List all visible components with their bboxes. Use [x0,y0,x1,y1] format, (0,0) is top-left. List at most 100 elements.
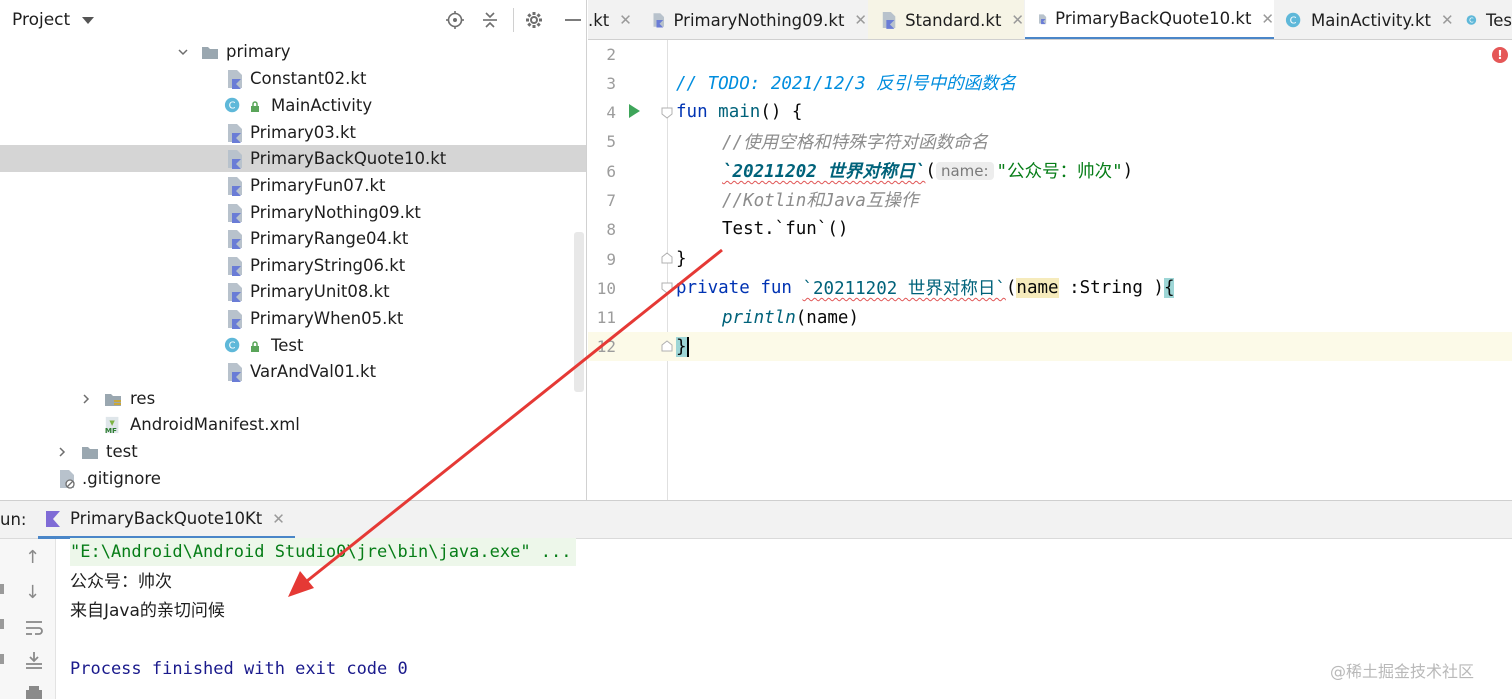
tree-item-class[interactable]: C Test [0,332,586,359]
lock-icon [251,101,259,112]
chevron-down-icon[interactable] [82,16,95,24]
kotlin-file-icon [1039,13,1047,24]
run-panel-label: un: [0,510,27,529]
chevron-right-icon[interactable] [80,393,92,405]
code-line: //使用空格和特殊字符对函数命名 [722,127,988,156]
tree-item-label: Primary03.kt [250,123,357,142]
close-icon[interactable]: ✕ [1441,11,1454,29]
matched-brace: { [1163,277,1175,298]
arrow-down-icon[interactable]: ↓ [25,582,40,603]
collapse-all-icon[interactable] [480,10,500,30]
fold-icon[interactable] [661,340,673,352]
function-call: println [722,307,796,328]
run-gutter-icon[interactable] [629,104,640,118]
kotlin-file-icon [228,70,242,89]
editor-tab[interactable]: C MainActivity.kt ✕ [1275,0,1455,39]
tree-scrollbar[interactable] [574,232,584,392]
arrow-up-icon[interactable]: ↑ [25,547,40,568]
watermark: @稀土掘金技术社区 [1330,662,1475,681]
parameter-name: name [1016,277,1059,298]
console-command-line[interactable]: "E:\Android\Android Studio0\jre\bin\java… [70,538,576,566]
tree-item-file[interactable]: PrimaryRange04.kt [0,225,586,252]
error-indicator-icon[interactable]: ! [1492,47,1508,63]
tree-item-file[interactable]: PrimaryWhen05.kt [0,305,586,332]
project-view-title[interactable]: Project [12,10,70,30]
side-marker [0,619,4,629]
close-icon[interactable]: ✕ [854,11,867,29]
tree-item-class[interactable]: C MainActivity [0,92,586,119]
close-icon[interactable]: ✕ [619,11,632,29]
soft-wrap-icon[interactable] [24,619,44,637]
tree-item-label: res [130,389,156,408]
close-icon[interactable]: ✕ [1011,11,1024,29]
tree-item-res[interactable]: res [0,385,586,412]
code-line: // TODO: 2021/12/3 反引号中的函数名 [676,68,1016,97]
tab-label: Tes [1485,10,1512,30]
tree-item-label: AndroidManifest.xml [130,415,300,434]
tree-item-file[interactable]: PrimaryString06.kt [0,252,586,279]
code-text: ) [1122,160,1134,181]
line-number: 5 [606,132,616,151]
project-header: Project [0,0,586,40]
close-icon[interactable]: ✕ [1261,10,1274,28]
kotlin-file-icon [228,150,242,169]
tab-label: Standard.kt [905,10,1002,30]
gear-icon[interactable] [524,10,544,30]
kotlin-file-icon [653,13,665,28]
kotlin-class-icon: C [224,97,240,113]
lock-icon [251,341,259,352]
resource-folder-icon [105,394,121,406]
tree-item-file[interactable]: PrimaryNothing09.kt [0,199,586,226]
close-icon[interactable]: ✕ [272,510,285,528]
chevron-right-icon[interactable] [56,446,68,458]
chevron-down-icon[interactable] [177,46,189,58]
editor-tab[interactable]: PrimaryNothing09.kt ✕ [652,0,867,39]
code-line: //Kotlin和Java互操作 [722,185,918,214]
svg-text:MF: MF [105,426,117,435]
console-output-line: 来自Java的亲切问候 [70,601,225,621]
editor-tab[interactable]: .kt ✕ [588,0,644,39]
svg-text:C: C [229,101,236,112]
kotlin-file-icon [228,230,242,249]
code-line: println (name) [722,303,859,332]
tree-item-file-selected[interactable]: PrimaryBackQuote10.kt [0,145,586,172]
run-config-tab[interactable]: PrimaryBackQuote10Kt ✕ [38,501,295,539]
tree-item-label: PrimaryString06.kt [250,256,406,275]
kotlin-file-icon [228,310,242,329]
minimize-icon[interactable] [562,10,582,30]
tree-item-file[interactable]: VarAndVal01.kt [0,358,586,385]
tree-item-file[interactable]: PrimaryFun07.kt [0,172,586,199]
tree-item-test[interactable]: test [0,438,586,465]
print-icon[interactable] [24,685,44,699]
todo-comment: // TODO: 2021/12/3 反引号中的函数名 [676,74,1017,94]
editor-tab[interactable]: Standard.kt ✕ [868,0,1024,39]
tree-item-file[interactable]: Primary03.kt [0,119,586,146]
line-number: 6 [606,162,616,181]
tree-item-file[interactable]: PrimaryUnit08.kt [0,278,586,305]
line-number: 3 [606,74,616,93]
function-call: `20211202 世界对称日` [722,162,926,182]
fold-icon[interactable] [661,282,673,294]
editor-tab-active[interactable]: PrimaryBackQuote10.kt ✕ [1025,0,1274,39]
editor-tab[interactable]: C Tes [1456,0,1512,39]
code-text: ( [1005,277,1017,298]
tab-label: .kt [588,10,610,30]
console-exit-line: Process finished with exit code 0 [70,659,408,679]
matched-brace: } [676,336,687,357]
scroll-to-end-icon[interactable] [24,651,44,669]
fold-icon[interactable] [661,107,673,119]
tree-item-primary[interactable]: primary [0,38,586,65]
tab-label: PrimaryBackQuote10.kt [1055,9,1252,28]
tree-item-manifest[interactable]: MF AndroidManifest.xml [0,411,586,438]
tree-item-label: .gitignore [82,469,161,488]
run-panel-header: un: PrimaryBackQuote10Kt ✕ [0,501,1512,539]
tree-item-label: VarAndVal01.kt [250,362,377,381]
ignore-file-icon [60,470,75,489]
locate-icon[interactable] [445,10,465,30]
tree-item-gitignore[interactable]: .gitignore [0,465,586,492]
tree-item-file[interactable]: Constant02.kt [0,65,586,92]
kotlin-file-icon [228,124,242,143]
keyword: private [676,277,750,298]
header-divider [513,8,514,32]
fold-icon[interactable] [661,252,673,264]
